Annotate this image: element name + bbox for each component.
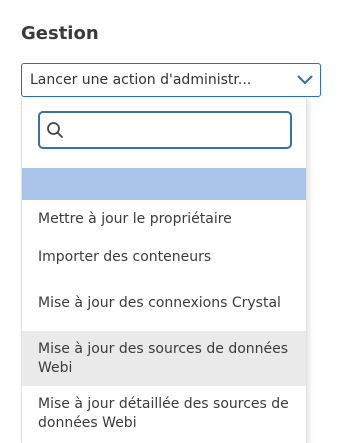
dropdown-search[interactable] xyxy=(38,111,292,149)
option-item-empty-selected[interactable] xyxy=(22,168,306,200)
option-item-update-crystal-connections[interactable]: Mise à jour des connexions Crystal xyxy=(22,276,306,331)
action-select-value: Lancer une action d'administr... xyxy=(30,72,252,88)
action-dropdown: Mettre à jour le propriétaire Importer d… xyxy=(21,98,307,443)
option-item-update-owner[interactable]: Mettre à jour le propriétaire xyxy=(22,200,306,238)
section-title: Gestion xyxy=(21,23,99,44)
option-label: Importer des conteneurs xyxy=(38,248,212,265)
option-item-import-containers[interactable]: Importer des conteneurs xyxy=(22,238,306,276)
option-label: Mise à jour des sources de données Webi xyxy=(38,340,289,376)
search-input[interactable] xyxy=(68,115,290,145)
chevron-down-icon[interactable] xyxy=(290,64,320,96)
search-icon xyxy=(42,113,68,147)
administration-panel: Gestion Lancer une action d'administr... xyxy=(0,0,340,443)
option-label: Mise à jour détaillée des sources de don… xyxy=(38,395,289,431)
option-list: Mettre à jour le propriétaire Importer d… xyxy=(22,168,306,441)
action-select[interactable]: Lancer une action d'administr... xyxy=(21,63,321,97)
option-label: Mise à jour des connexions Crystal xyxy=(38,295,281,311)
option-item-detailed-update-webi-sources[interactable]: Mise à jour détaillée des sources de don… xyxy=(22,386,306,441)
option-item-update-webi-sources[interactable]: Mise à jour des sources de données Webi xyxy=(22,331,306,386)
option-label: Mettre à jour le propriétaire xyxy=(38,210,232,227)
